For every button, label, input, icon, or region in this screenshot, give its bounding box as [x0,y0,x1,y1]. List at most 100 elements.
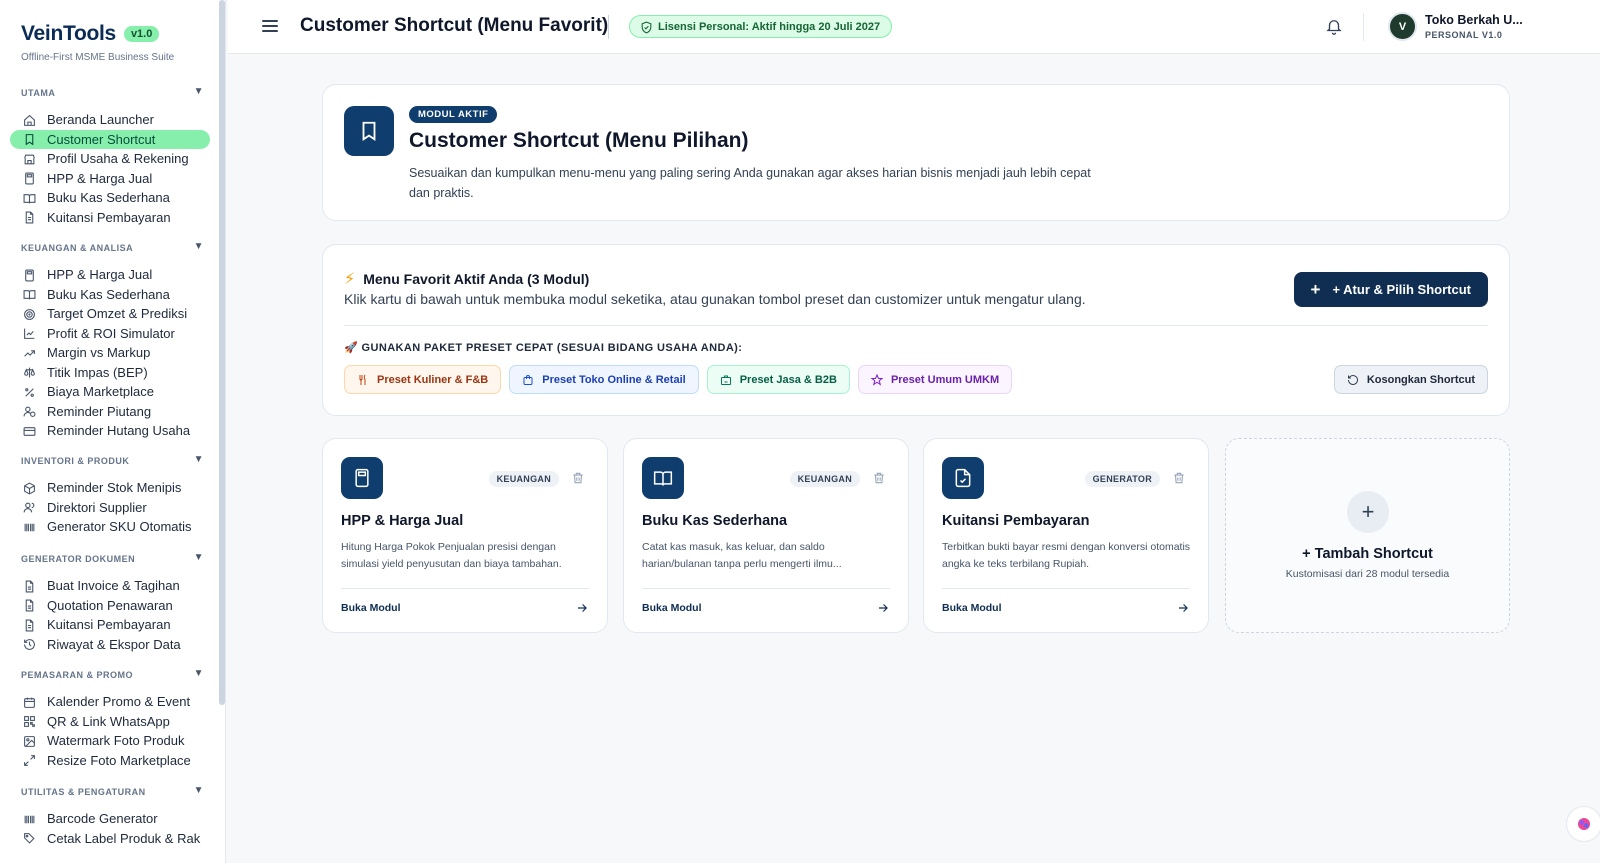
caret-down-icon[interactable]: ▼ [194,241,204,252]
sidebar-section-header[interactable]: INVENTORI & PRODUK ▼ [0,454,220,470]
sidebar-item[interactable]: Kalender Promo & Event [10,692,210,712]
sidebar-item-label: QR & Link WhatsApp [47,713,170,729]
trash-icon[interactable] [1172,471,1186,485]
trash-icon[interactable] [872,471,886,485]
arrow-right-icon[interactable] [876,601,890,615]
favorites-title: ⚡ Menu Favorit Aktif Anda (3 Modul) [344,269,589,289]
sidebar-item-label: Buat Invoice & Tagihan [47,578,180,594]
preset-toko-online-button[interactable]: Preset Toko Online & Retail [509,365,699,394]
bell-icon[interactable] [1325,17,1343,35]
sidebar-item[interactable]: QR & Link WhatsApp [10,712,210,732]
sidebar-item-label: Cetak Label Produk & Rak [47,830,201,846]
sidebar-item[interactable]: Margin vs Markup [10,343,210,363]
sidebar-item[interactable]: Reminder Stok Menipis [10,478,210,498]
sidebar-item[interactable]: Titik Impas (BEP) [10,363,210,383]
plus-icon: + [1310,280,1321,299]
clear-shortcut-button[interactable]: Kosongkan Shortcut [1333,365,1488,394]
chart-icon [22,327,36,341]
caret-down-icon[interactable]: ▼ [194,454,204,465]
calendar-icon [22,695,36,709]
calculator-icon [22,172,36,186]
sidebar-item[interactable]: HPP & Harga Jual [10,169,210,189]
module-description: Terbitkan bukti bayar resmi dengan konve… [942,541,1191,570]
header-divider [1363,13,1364,41]
sidebar-item[interactable]: Target Omzet & Prediksi [10,304,210,324]
open-module-link[interactable]: Buka Modul [942,602,1002,614]
sidebar-item[interactable]: Reminder Hutang Usaha [10,421,210,441]
calculator-icon [22,268,36,282]
trash-icon[interactable] [571,471,585,485]
sidebar-item[interactable]: Beranda Launcher [10,110,210,130]
module-card-kuitansi[interactable]: GENERATOR Kuitansi Pembayaran Terbitkan … [923,438,1209,633]
avatar[interactable]: V [1388,12,1417,41]
store-icon [22,152,36,166]
sidebar-item[interactable]: Quotation Penawaran [10,596,210,616]
module-card-hpp[interactable]: KEUANGAN HPP & Harga Jual Hitung Harga P… [322,438,608,633]
sidebar-item[interactable]: Kuitansi Pembayaran [10,208,210,228]
preset-umum-button[interactable]: Preset Umum UMKM [857,365,1013,394]
caret-down-icon[interactable]: ▼ [194,86,204,97]
sidebar-item[interactable]: Buat Invoice & Tagihan [10,576,210,596]
sidebar-item[interactable]: Customer Shortcut [10,129,210,149]
sidebar-item[interactable]: Generator SKU Otomatis [10,517,210,537]
preset-kuliner-button[interactable]: Preset Kuliner & F&B [344,365,502,394]
plus-icon: + [1347,491,1389,533]
sidebar-section-header[interactable]: KEUANGAN & ANALISA ▼ [0,241,220,257]
sidebar-item[interactable]: Cetak Label Produk & Rak [10,829,210,849]
favorites-title-text: Menu Favorit Aktif Anda (3 Modul) [363,271,590,287]
bookmark-icon [22,133,36,147]
sidebar-item[interactable]: Buku Kas Sederhana [10,285,210,305]
sidebar-item-label: Resize Foto Marketplace [47,752,191,768]
open-module-link[interactable]: Buka Modul [642,602,702,614]
sidebar-item-label: Watermark Foto Produk [47,733,185,749]
caret-down-icon[interactable]: ▼ [194,552,204,563]
divider [344,325,1488,326]
sidebar-section: INVENTORI & PRODUK ▼ Reminder Stok Menipis… [0,454,220,537]
sidebar-item[interactable]: HPP & Harga Jual [10,265,210,285]
sidebar-item-label: Margin vs Markup [47,345,151,361]
arrow-right-icon[interactable] [575,601,589,615]
sidebar-item[interactable]: Buku Kas Sederhana [10,188,210,208]
sidebar-item[interactable]: Profit & ROI Simulator [10,324,210,344]
sidebar-section: GENERATOR DOKUMEN ▼ Buat Invoice & Tagihan… [0,552,220,655]
sidebar-item-label: Buku Kas Sederhana [47,190,170,206]
brand[interactable]: VeinTools v1.0 [21,22,160,46]
module-card-buku-kas[interactable]: KEUANGAN Buku Kas Sederhana Catat kas ma… [623,438,909,633]
file-icon [22,579,36,593]
sidebar-item-label: Profil Usaha & Rekening [47,151,189,167]
user-name[interactable]: Toko Berkah U... [1425,13,1523,27]
receipt-icon [22,618,36,632]
active-module-badge: MODUL AKTIF [409,106,498,123]
sidebar-scrollbar[interactable] [219,0,225,705]
sidebar-item[interactable]: Riwayat & Ekspor Data [10,635,210,655]
sidebar-item[interactable]: Watermark Foto Produk [10,731,210,751]
sidebar-section-header[interactable]: UTILITAS & PENGATURAN ▼ [0,785,220,801]
menu-toggle-button[interactable] [262,17,278,33]
resize-icon [22,754,36,768]
caret-down-icon[interactable]: ▼ [194,668,204,679]
sidebar-item[interactable]: Reminder Piutang [10,402,210,422]
sidebar-item[interactable]: Barcode Generator [10,809,210,829]
sidebar-section-header[interactable]: UTAMA ▼ [0,86,220,102]
sidebar-item[interactable]: Profil Usaha & Rekening [10,149,210,169]
sidebar-item-label: HPP & Harga Jual [47,170,153,186]
section-title: UTAMA [21,88,56,98]
sidebar-item[interactable]: Direktori Supplier [10,498,210,518]
preset-jasa-button[interactable]: Preset Jasa & B2B [706,365,850,394]
clear-shortcut-label: Kosongkan Shortcut [1366,373,1475,386]
sidebar-item[interactable]: Resize Foto Marketplace [10,751,210,771]
module-description: Hitung Harga Pokok Penjualan presisi den… [341,541,562,570]
open-module-link[interactable]: Buka Modul [341,602,401,614]
manage-shortcut-button[interactable]: + + Atur & Pilih Shortcut [1294,272,1488,307]
assistant-fab-icon[interactable] [1566,806,1600,842]
caret-down-icon[interactable]: ▼ [194,785,204,796]
sidebar-item[interactable]: Biaya Marketplace [10,382,210,402]
card-icon [22,424,36,438]
sidebar-section: KEUANGAN & ANALISA ▼ HPP & Harga Jual Buku … [0,241,220,441]
add-shortcut-subtitle: Kustomisasi dari 28 modul tersedia [1285,568,1450,580]
arrow-right-icon[interactable] [1176,601,1190,615]
sidebar-section-header[interactable]: PEMASARAN & PROMO ▼ [0,668,220,684]
sidebar-item[interactable]: Kuitansi Pembayaran [10,615,210,635]
add-shortcut-card[interactable]: + + Tambah Shortcut Kustomisasi dari 28 … [1225,438,1510,633]
sidebar-section-header[interactable]: GENERATOR DOKUMEN ▼ [0,552,220,568]
